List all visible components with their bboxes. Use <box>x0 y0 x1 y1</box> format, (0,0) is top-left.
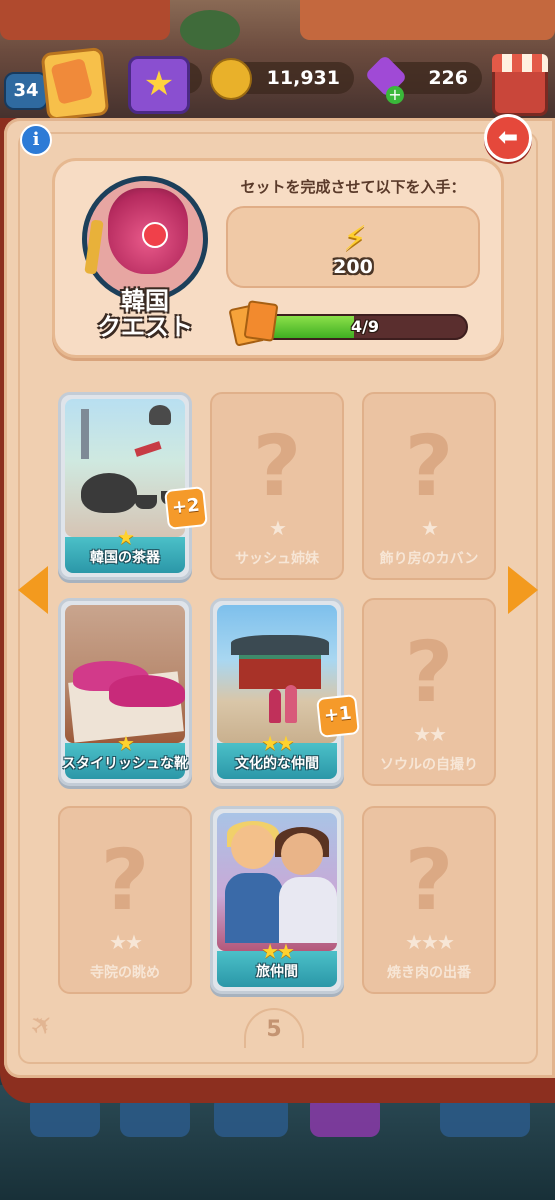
info-icon: i <box>32 129 40 150</box>
set-title: 韓国 クエスト <box>97 287 193 341</box>
locked-question-icon: ? <box>100 831 150 929</box>
card-name: 焼き肉の出番 <box>387 965 471 981</box>
collection-card[interactable]: ? ★ サッシュ姉妹 <box>210 392 344 580</box>
card-name: サッシュ姉妹 <box>235 551 319 567</box>
reward-title: セットを完成させて以下を入手： <box>240 178 466 196</box>
coins-count: 11,931 <box>266 67 340 89</box>
collection-card[interactable]: ★★ 文化的な仲間 <box>210 598 344 786</box>
card-star-rating: ★ <box>421 516 439 540</box>
info-button[interactable]: i <box>20 124 52 156</box>
collection-card[interactable]: ? ★★ 寺院の眺め <box>58 806 192 994</box>
locked-question-icon: ? <box>404 623 454 721</box>
level-number: 34 <box>13 80 39 101</box>
collection-card[interactable]: ? ★★ ソウルの自撮り <box>362 598 496 786</box>
card-name: ソウルの自撮り <box>380 757 478 773</box>
card-name: 飾り房のカバン <box>379 551 479 567</box>
card-name: 寺院の眺め <box>90 965 160 981</box>
collection-card[interactable]: ★ スタイリッシュな靴 <box>58 598 192 786</box>
back-arrow-icon: ⬅ <box>497 123 519 151</box>
card-star-rating: ★★ <box>109 930 143 954</box>
collection-card[interactable]: ? ★★★ 焼き肉の出番 <box>362 806 496 994</box>
collection-card[interactable]: ? ★ 飾り房のカバン <box>362 392 496 580</box>
card-name: 韓国の茶器 <box>90 550 160 566</box>
collection-card[interactable]: ★ 韓国の茶器 <box>58 392 192 580</box>
energy-bolt-icon: ⚡ <box>343 219 367 259</box>
card-star-rating: ★★ <box>261 731 295 755</box>
card-star-rating: ★ <box>269 516 287 540</box>
card-name: 文化的な仲間 <box>235 756 319 772</box>
reward-amount: 200 <box>333 256 373 278</box>
level-badge: 34 <box>4 72 48 110</box>
locked-question-icon: ? <box>404 831 454 929</box>
coin-icon <box>210 58 252 100</box>
previous-set-arrow-icon[interactable] <box>18 566 48 614</box>
card-artwork <box>217 813 337 951</box>
duplicate-count-badge: +2 <box>164 486 208 530</box>
progress-text: 4/9 <box>350 317 380 336</box>
card-star-rating: ★ <box>117 731 135 755</box>
next-set-arrow-icon[interactable] <box>508 566 538 614</box>
add-gems-icon[interactable]: + <box>386 86 404 104</box>
collection-card[interactable]: ★★ 旅仲間 <box>210 806 344 994</box>
back-button[interactable]: ⬅ <box>484 114 532 162</box>
pouch-icon <box>108 188 188 274</box>
locked-question-icon: ? <box>404 417 454 515</box>
card-artwork <box>65 605 185 743</box>
card-name: 旅仲間 <box>256 964 298 980</box>
card-name: スタイリッシュな靴 <box>62 756 188 772</box>
album-icon[interactable] <box>40 46 110 122</box>
card-star-rating: ★★ <box>413 722 447 746</box>
card-star-rating: ★★★ <box>405 930 455 954</box>
gems-count: 226 <box>428 67 468 89</box>
cards-icon <box>228 300 279 347</box>
star-box-icon[interactable]: ★ <box>128 56 190 114</box>
locked-question-icon: ? <box>252 417 302 515</box>
duplicate-count-badge: +1 <box>316 694 360 738</box>
card-star-rating: ★ <box>117 525 135 549</box>
shop-icon[interactable] <box>492 54 548 116</box>
card-star-rating: ★★ <box>261 939 295 963</box>
